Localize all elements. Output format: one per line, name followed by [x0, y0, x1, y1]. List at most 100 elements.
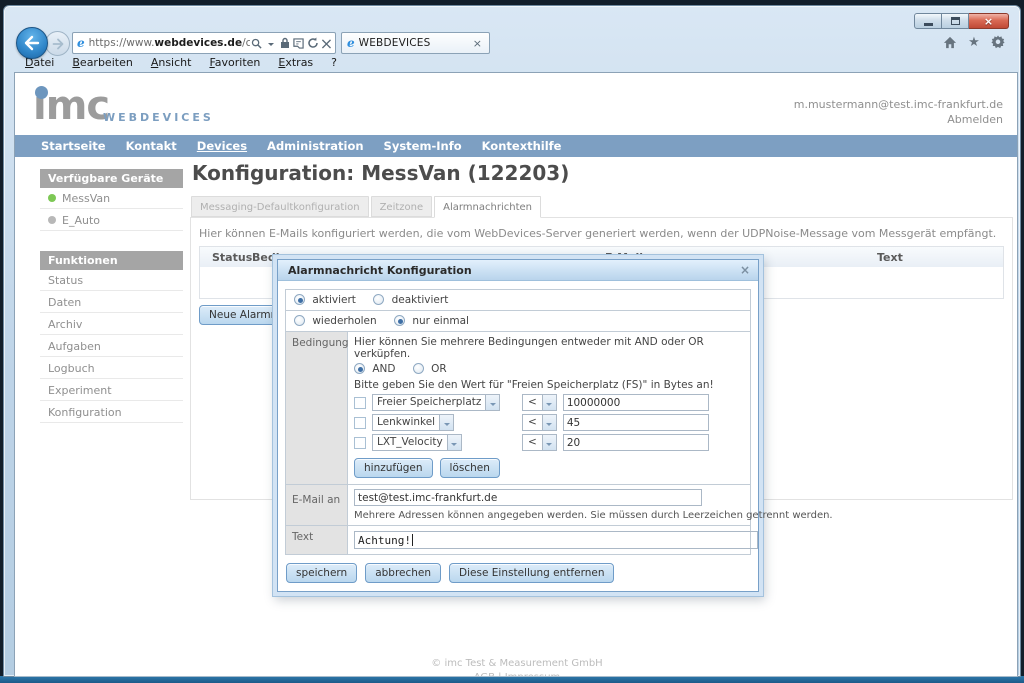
device-offline-dot — [48, 216, 56, 224]
refresh-icon[interactable] — [306, 35, 319, 51]
sidebar-item-logbuch[interactable]: Logbuch — [40, 358, 183, 379]
address-bar[interactable]: e https://www.webdevices.de/customer/d × — [72, 32, 336, 54]
security-lock-icon[interactable] — [278, 35, 291, 51]
condition-2-checkbox[interactable] — [354, 417, 366, 429]
minimize-button[interactable] — [914, 13, 942, 29]
radio-aktiviert[interactable] — [294, 294, 305, 305]
cancel-button[interactable]: abbrechen — [365, 563, 441, 583]
stop-icon[interactable]: × — [320, 35, 333, 51]
email-input[interactable] — [354, 489, 702, 506]
condition-2-operator-select[interactable]: < — [522, 414, 557, 431]
add-condition-button[interactable]: hinzufügen — [354, 458, 433, 478]
browser-tab[interactable]: e WEBDEVICES × — [341, 32, 490, 54]
tab-messaging-defaultkonfiguration[interactable]: Messaging-Defaultkonfiguration — [191, 196, 369, 217]
nav-kontakt[interactable]: Kontakt — [116, 139, 187, 153]
search-icon[interactable] — [250, 35, 263, 51]
condition-2-channel-select[interactable]: Lenkwinkel — [372, 414, 454, 431]
radio-deaktiviert[interactable] — [373, 294, 384, 305]
address-dropdown-icon[interactable] — [264, 35, 277, 51]
footer-copyright: © imc Test & Measurement GmbH — [15, 657, 1018, 671]
remove-setting-button[interactable]: Diese Einstellung entfernen — [449, 563, 614, 583]
radio-or-label: OR — [431, 363, 447, 375]
footer-links[interactable]: AGB | Impressum — [15, 671, 1018, 677]
back-button[interactable] — [16, 27, 48, 59]
condition-2-value-input[interactable] — [563, 414, 709, 431]
sidebar-item-konfiguration[interactable]: Konfiguration — [40, 402, 183, 423]
compatibility-view-icon[interactable] — [292, 35, 305, 51]
tab-close-icon[interactable]: × — [471, 37, 484, 50]
nav-system-info[interactable]: System-Info — [374, 139, 472, 153]
condition-3-operator-select[interactable]: < — [522, 434, 557, 451]
sidebar-device-eauto[interactable]: E_Auto — [40, 210, 183, 231]
nav-devices[interactable]: Devices — [187, 139, 257, 153]
repeat-radio-group: wiederholen nur einmal — [286, 311, 750, 331]
chevron-down-icon — [542, 415, 556, 430]
panel-info-text: Hier können E-Mails konfiguriert werden,… — [199, 227, 1004, 240]
close-window-button[interactable]: × — [969, 13, 1009, 29]
maximize-button[interactable] — [942, 13, 969, 29]
logout-link[interactable]: Abmelden — [794, 112, 1003, 127]
logo-dot-icon — [35, 86, 48, 99]
radio-or[interactable] — [413, 363, 424, 374]
condition-1-value-input[interactable] — [563, 394, 709, 411]
sidebar-devices-header: Verfügbare Geräte — [40, 169, 183, 188]
browser-window: × e https://www.webdevices.de/customer/d — [3, 5, 1021, 677]
back-arrow-icon — [23, 35, 41, 51]
menu-hilfe[interactable]: ? — [324, 55, 344, 72]
email-label: E-Mail an — [286, 485, 348, 525]
condition-row-1: Freier Speicherplatz < — [354, 394, 744, 411]
window-controls: × — [914, 13, 1009, 29]
settings-gear-icon[interactable] — [990, 34, 1006, 50]
forward-button[interactable] — [45, 31, 70, 56]
nav-kontexthilfe[interactable]: Kontexthilfe — [472, 139, 572, 153]
condition-1-operator-select[interactable]: < — [522, 394, 557, 411]
sidebar-device-messvan[interactable]: MessVan — [40, 188, 183, 209]
condition-3-value-input[interactable] — [563, 434, 709, 451]
logo-subtitle: WEBDEVICES — [103, 111, 214, 124]
delete-condition-button[interactable]: löschen — [440, 458, 500, 478]
radio-and-label: AND — [372, 363, 395, 375]
tab-alarmnachrichten[interactable]: Alarmnachrichten — [434, 196, 541, 218]
tab-zeitzone[interactable]: Zeitzone — [371, 196, 433, 217]
nav-administration[interactable]: Administration — [257, 139, 374, 153]
sidebar-item-archiv[interactable]: Archiv — [40, 314, 183, 335]
chevron-down-icon — [439, 415, 453, 430]
radio-nur-einmal[interactable] — [394, 315, 405, 326]
condition-1-channel-select[interactable]: Freier Speicherplatz — [372, 394, 500, 411]
sidebar-item-daten[interactable]: Daten — [40, 292, 183, 313]
url-text[interactable]: https://www.webdevices.de/customer/d — [89, 37, 250, 49]
menu-extras[interactable]: Extras — [271, 55, 320, 72]
home-icon[interactable] — [942, 34, 958, 50]
condition-3-checkbox[interactable] — [354, 437, 366, 449]
favorites-star-icon[interactable]: ★ — [966, 34, 982, 50]
save-button[interactable]: speichern — [286, 563, 357, 583]
dialog-close-icon[interactable]: × — [740, 263, 750, 277]
sidebar-item-experiment[interactable]: Experiment — [40, 380, 183, 401]
dialog-titlebar: Alarmnachricht Konfiguration × — [278, 260, 758, 281]
browser-menu-bar: Datei Bearbeiten Ansicht Favoriten Extra… — [14, 55, 1014, 72]
text-label: Text — [286, 526, 348, 554]
menu-favoriten[interactable]: Favoriten — [202, 55, 267, 72]
sidebar-item-status[interactable]: Status — [40, 270, 183, 291]
chevron-down-icon — [542, 435, 556, 450]
dialog-title: Alarmnachricht Konfiguration — [288, 264, 472, 277]
activation-radio-group: aktiviert deaktiviert — [286, 290, 750, 310]
nav-startseite[interactable]: Startseite — [31, 139, 116, 153]
condition-3-channel-select[interactable]: LXT_Velocity — [372, 434, 462, 451]
radio-wiederholen[interactable] — [294, 315, 305, 326]
page-content: imc WEBDEVICES m.mustermann@test.imc-fra… — [14, 72, 1018, 677]
sidebar-item-aufgaben[interactable]: Aufgaben — [40, 336, 183, 357]
message-text-input[interactable]: Achtung! — [354, 531, 758, 549]
imc-logo: imc — [33, 77, 193, 135]
tab-favicon: e — [347, 36, 355, 50]
condition-1-checkbox[interactable] — [354, 397, 366, 409]
bedingung-label: Bedingung — [286, 332, 348, 484]
menu-bearbeiten[interactable]: Bearbeiten — [65, 55, 139, 72]
radio-wiederholen-label: wiederholen — [312, 315, 376, 327]
sidebar-functions-header: Funktionen — [40, 251, 183, 270]
menu-ansicht[interactable]: Ansicht — [144, 55, 199, 72]
radio-and[interactable] — [354, 363, 365, 374]
chevron-down-icon — [485, 395, 499, 410]
text-cursor — [412, 534, 413, 546]
chevron-down-icon — [447, 435, 461, 450]
